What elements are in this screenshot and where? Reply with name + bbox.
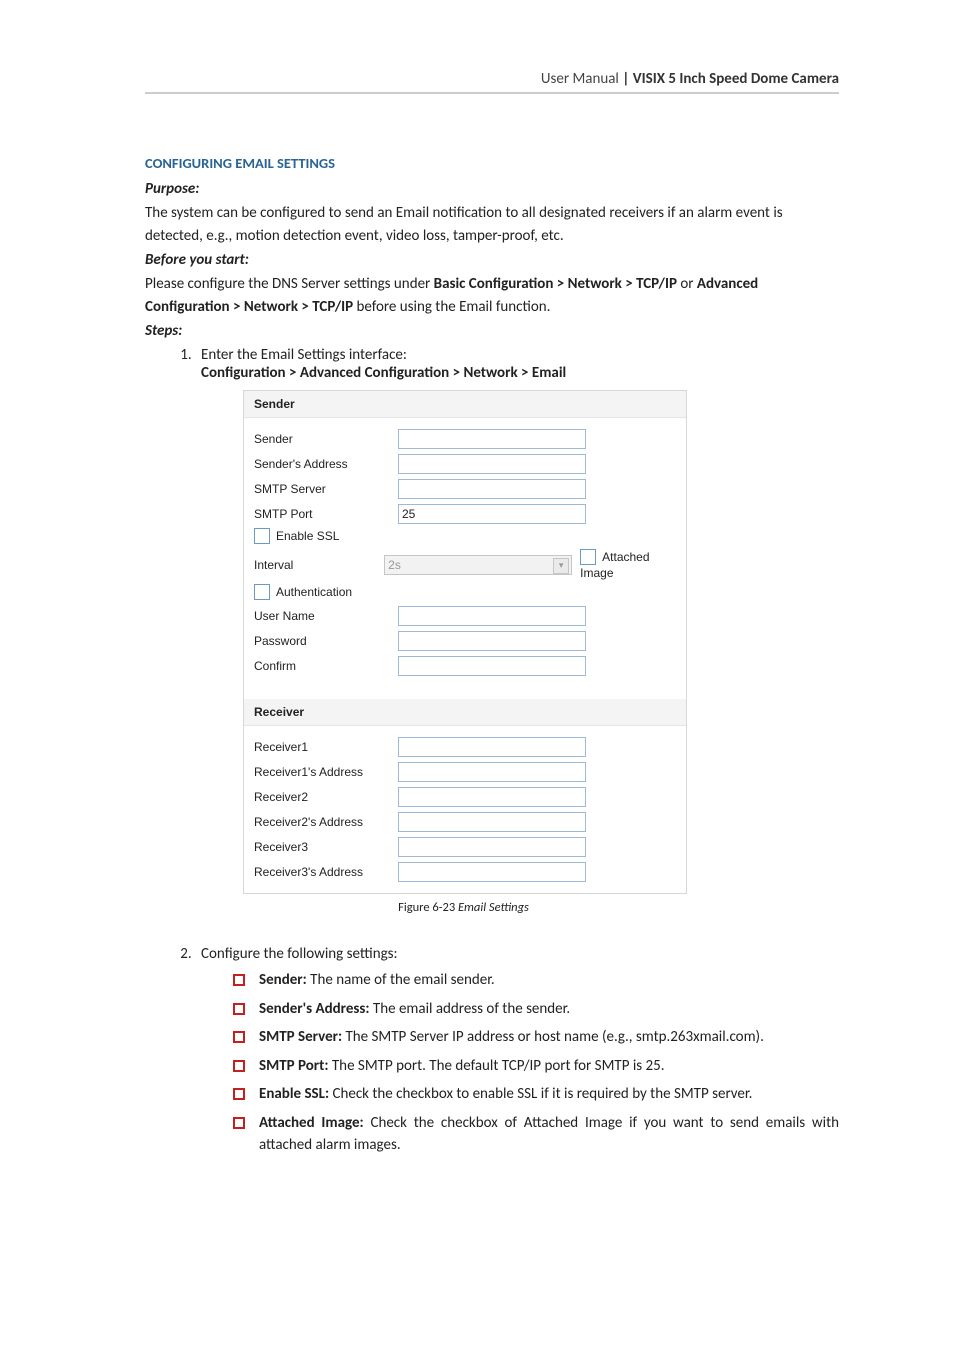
- enable-ssl-label: Enable SSL: [276, 529, 339, 543]
- step-2: Configure the following settings:: [195, 945, 839, 963]
- sender-section-header: Sender: [244, 391, 686, 418]
- bullet-attached-image-title: Attached Image:: [259, 1114, 364, 1132]
- receiver3-address-input[interactable]: [398, 862, 586, 882]
- bullet-sender-title: Sender:: [259, 971, 307, 989]
- receiver2-address-input[interactable]: [398, 812, 586, 832]
- figure-title: Email Settings: [455, 900, 529, 915]
- bullet-icon: [233, 1003, 245, 1015]
- text-fragment: or: [677, 275, 697, 293]
- senders-address-input[interactable]: [398, 454, 586, 474]
- user-name-input[interactable]: [398, 606, 586, 626]
- authentication-checkbox[interactable]: [254, 584, 270, 600]
- bullet-senders-address-text: The email address of the sender.: [370, 1000, 571, 1018]
- chevron-down-icon: ▾: [553, 558, 569, 574]
- attached-image-checkbox[interactable]: [580, 549, 596, 565]
- receiver2-address-label: Receiver2's Address: [254, 815, 398, 829]
- bullet-smtp-port-title: SMTP Port:: [259, 1057, 328, 1075]
- figure-caption: Figure 6-23 Email Settings: [201, 900, 726, 915]
- receiver1-input[interactable]: [398, 737, 586, 757]
- sender-input[interactable]: [398, 429, 586, 449]
- smtp-port-input[interactable]: [398, 504, 586, 524]
- receiver3-input[interactable]: [398, 837, 586, 857]
- step1-text: Enter the Email Settings interface:: [201, 346, 407, 364]
- bullet-smtp-server-title: SMTP Server:: [259, 1028, 342, 1046]
- bullet-icon: [233, 1031, 245, 1043]
- receiver2-input[interactable]: [398, 787, 586, 807]
- smtp-server-input[interactable]: [398, 479, 586, 499]
- interval-label: Interval: [254, 558, 384, 572]
- before-you-start-text: Please configure the DNS Server settings…: [145, 273, 839, 318]
- receiver-section-body: Receiver1 Receiver1's Address Receiver2 …: [244, 726, 686, 893]
- section-title: CONFIGURING EMAIL SETTINGS: [145, 154, 839, 172]
- confirm-input[interactable]: [398, 656, 586, 676]
- bullet-smtp-port-text: The SMTP port. The default TCP/IP port f…: [328, 1057, 664, 1075]
- senders-address-label: Sender's Address: [254, 457, 398, 471]
- receiver3-address-label: Receiver3's Address: [254, 865, 398, 879]
- receiver1-label: Receiver1: [254, 740, 398, 754]
- header-rule: [145, 92, 839, 94]
- user-name-label: User Name: [254, 609, 398, 623]
- password-input[interactable]: [398, 631, 586, 651]
- confirm-label: Confirm: [254, 659, 398, 673]
- bullet-enable-ssl-text: Check the checkbox to enable SSL if it i…: [329, 1085, 752, 1103]
- receiver1-address-label: Receiver1's Address: [254, 765, 398, 779]
- bullet-icon: [233, 1117, 245, 1129]
- email-settings-ui: Sender Sender Sender's Address SMTP Serv…: [243, 390, 687, 894]
- purpose-label: Purpose:: [145, 180, 839, 198]
- enable-ssl-checkbox[interactable]: [254, 528, 270, 544]
- attached-image-wrap: Attached Image: [580, 550, 676, 580]
- bullet-senders-address-title: Sender's Address:: [259, 1000, 370, 1018]
- bullet-icon: [233, 1060, 245, 1072]
- page-header: User Manual | VISIX 5 Inch Speed Dome Ca…: [145, 70, 839, 94]
- header-right: | VISIX 5 Inch Speed Dome Camera: [619, 70, 839, 88]
- authentication-label: Authentication: [276, 585, 352, 599]
- bullet-icon: [233, 974, 245, 986]
- enable-ssl-row: Enable SSL: [254, 529, 398, 545]
- step2-text: Configure the following settings:: [201, 945, 398, 963]
- header-left: User Manual: [541, 70, 619, 88]
- password-label: Password: [254, 634, 398, 648]
- smtp-port-label: SMTP Port: [254, 507, 398, 521]
- bullet-icon: [233, 1088, 245, 1100]
- before-you-start-label: Before you start:: [145, 251, 839, 269]
- receiver3-label: Receiver3: [254, 840, 398, 854]
- bullet-sender-text: The name of the email sender.: [307, 971, 495, 989]
- sender-label: Sender: [254, 432, 398, 446]
- steps-list: Enter the Email Settings interface: Conf…: [145, 346, 839, 963]
- interval-select[interactable]: [384, 555, 572, 575]
- step1-path: Configuration > Advanced Configuration >…: [201, 364, 566, 382]
- settings-bullets: Sender: The name of the email sender. Se…: [233, 969, 839, 1157]
- sender-section-body: Sender Sender's Address SMTP Server SMTP…: [244, 418, 686, 687]
- text-fragment: before using the Email function.: [353, 298, 550, 316]
- receiver2-label: Receiver2: [254, 790, 398, 804]
- receiver-section-header: Receiver: [244, 699, 686, 726]
- steps-label: Steps:: [145, 322, 839, 340]
- figure-number: Figure 6-23: [398, 900, 455, 915]
- step-1: Enter the Email Settings interface: Conf…: [195, 346, 839, 915]
- authentication-row: Authentication: [254, 585, 398, 601]
- smtp-server-label: SMTP Server: [254, 482, 398, 496]
- receiver1-address-input[interactable]: [398, 762, 586, 782]
- bullet-enable-ssl-title: Enable SSL:: [259, 1085, 329, 1103]
- purpose-text: The system can be configured to send an …: [145, 202, 839, 247]
- path-basic-config: Basic Configuration > Network > TCP/IP: [434, 275, 677, 293]
- bullet-smtp-server-text: The SMTP Server IP address or host name …: [342, 1028, 764, 1046]
- text-fragment: Please configure the DNS Server settings…: [145, 275, 434, 293]
